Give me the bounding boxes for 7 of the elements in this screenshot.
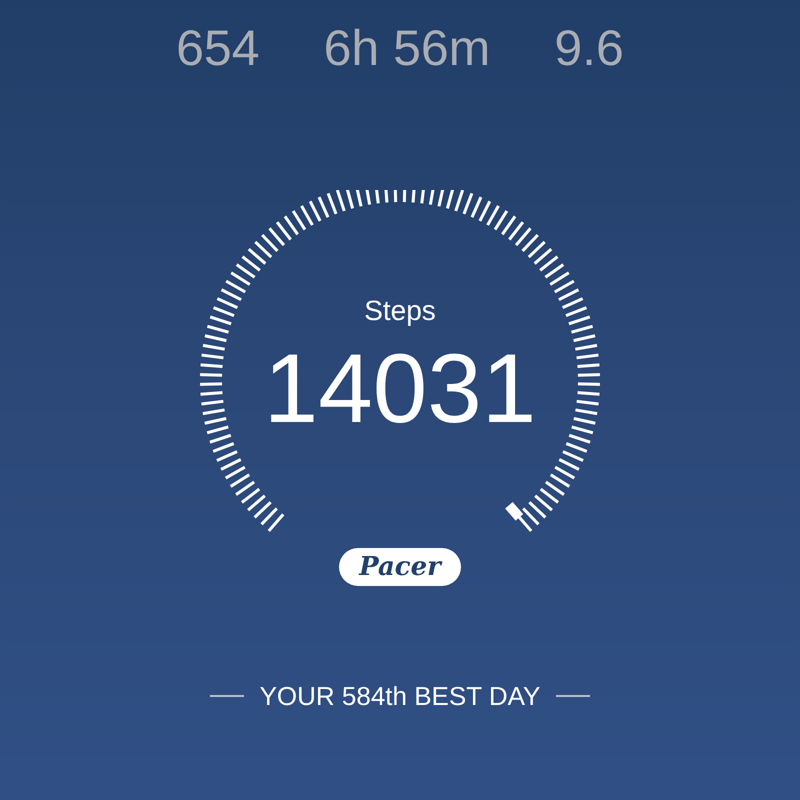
stat-value: 654 (176, 20, 260, 76)
gauge-label: Steps (364, 294, 436, 328)
step-count: 14031 (264, 336, 536, 440)
best-day-caption: YOUR 584th BEST DAY (260, 680, 540, 712)
stat-value: 9.6 (554, 20, 624, 76)
stat-value: 6h 56m (324, 20, 490, 76)
pacer-logo: Pacer (339, 548, 461, 586)
